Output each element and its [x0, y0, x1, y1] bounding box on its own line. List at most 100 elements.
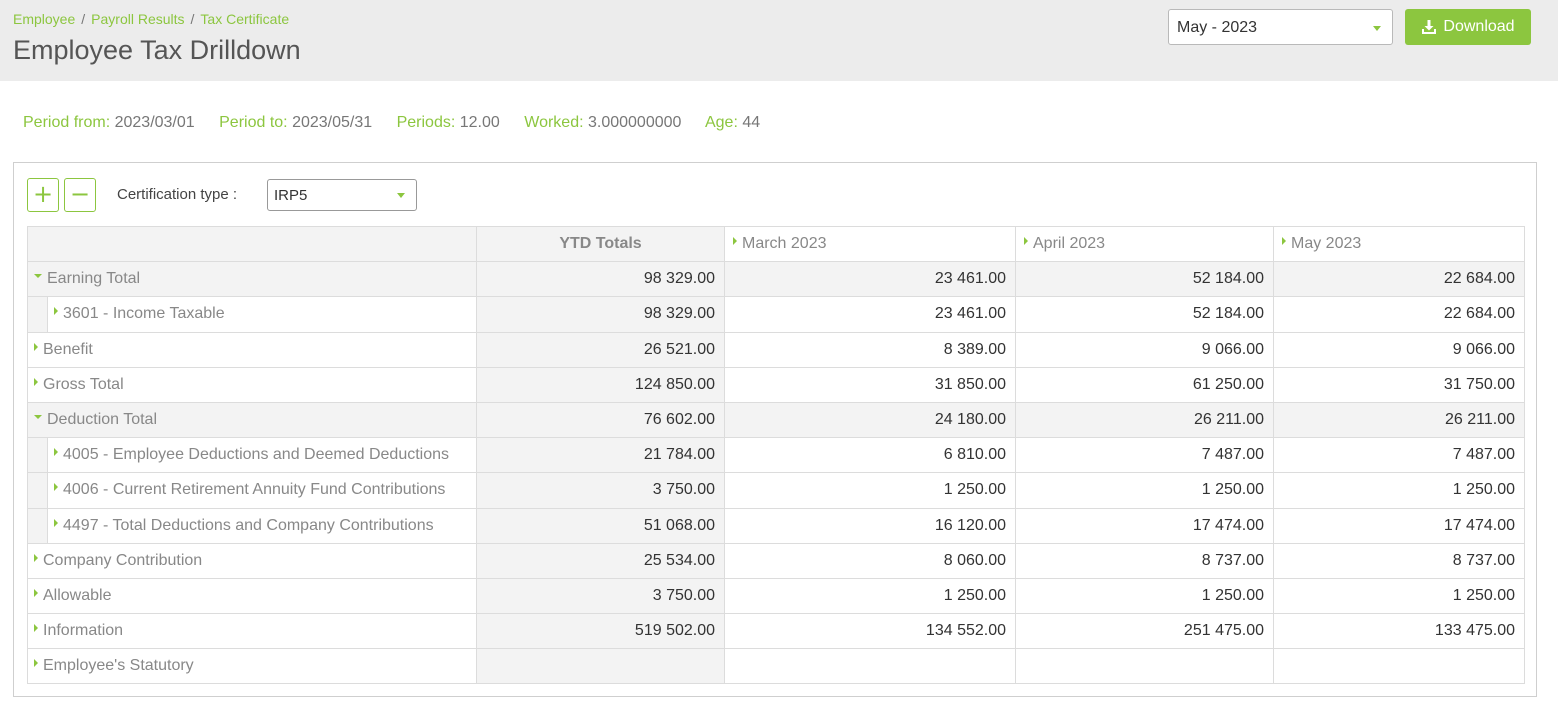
grid-body: Earning Total 98 329.00 23 461.00 52 184.00…	[27, 261, 1525, 685]
row-label-cell[interactable]: Benefit	[27, 331, 477, 368]
value-cell: 6 810.00	[724, 437, 1016, 474]
periods-value: 12.00	[459, 114, 500, 131]
breadcrumb-tax-certificate[interactable]: Tax Certificate	[200, 11, 289, 27]
certification-type-value: IRP5	[274, 187, 308, 204]
expand-arrow-icon[interactable]	[1282, 237, 1286, 246]
row-label-cell[interactable]: Earning Total	[27, 261, 477, 298]
download-icon	[1421, 19, 1437, 35]
breadcrumb-employee[interactable]: Employee	[13, 11, 75, 27]
period-from: Period from: 2023/03/01	[23, 114, 195, 131]
expand-arrow-icon[interactable]	[34, 624, 38, 633]
certification-type-select[interactable]: IRP5	[267, 179, 417, 211]
expand-arrow-icon[interactable]	[34, 659, 38, 668]
expand-arrow-icon[interactable]	[34, 553, 38, 562]
expand-arrow-icon[interactable]	[54, 518, 58, 527]
grid-header-row: YTD Totals March 2023 April 2023 May 202…	[27, 225, 1525, 263]
column-header-may[interactable]: May 2023	[1273, 225, 1525, 263]
value-cell: 26 211.00	[1273, 401, 1525, 439]
value-cell: 17 474.00	[1015, 507, 1274, 544]
column-header-march[interactable]: March 2023	[724, 225, 1016, 263]
download-button-label: Download	[1443, 18, 1515, 35]
table-row: Company Contribution 25 534.00 8 060.00 8 7…	[27, 542, 1525, 579]
table-row: Benefit 26 521.00 8 389.00 9 066.00 9 066.00	[27, 331, 1525, 368]
period-to-value: 2023/05/31	[292, 114, 373, 131]
breadcrumb: Employee / Payroll Results / Tax Certificate	[13, 11, 289, 27]
expand-arrow-icon[interactable]	[34, 588, 38, 597]
breadcrumb-payroll-results[interactable]: Payroll Results	[91, 11, 184, 27]
row-label: Employee's Statutory	[29, 650, 476, 683]
drilldown-grid: YTD Totals March 2023 April 2023 May 202…	[27, 225, 1525, 685]
value-cell	[724, 648, 1016, 685]
expand-arrow-icon[interactable]	[1024, 237, 1028, 246]
value-cell: 1 250.00	[1273, 472, 1525, 509]
value-cell: 31 850.00	[724, 366, 1016, 403]
expand-arrow-icon[interactable]	[54, 448, 58, 457]
child-row-wrapper: 4005 - Employee Deductions and Deemed De…	[28, 438, 476, 472]
period-select[interactable]: May - 2023	[1168, 9, 1393, 45]
table-row: Employee's Statutory	[27, 648, 1525, 685]
grid-corner-cell	[27, 225, 477, 263]
expand-arrow-icon[interactable]	[34, 342, 38, 351]
value-cell: 8 389.00	[724, 331, 1016, 368]
column-header-label: March 2023	[742, 235, 827, 253]
expand-arrow-icon[interactable]	[733, 237, 737, 246]
period-to: Period to: 2023/05/31	[219, 114, 372, 131]
value-cell: 31 750.00	[1273, 366, 1525, 403]
row-label-text: 4006 - Current Retirement Annuity Fund C…	[63, 481, 446, 499]
ytd-value-cell: 26 521.00	[476, 331, 725, 368]
row-label-cell[interactable]: Information	[27, 613, 477, 650]
row-label: Information	[29, 615, 476, 648]
expand-arrow-icon[interactable]	[34, 377, 38, 386]
row-label-cell[interactable]: 3601 - Income Taxable	[27, 296, 477, 333]
breadcrumb-separator: /	[190, 11, 195, 27]
periods: Periods: 12.00	[397, 114, 500, 131]
table-row: 4006 - Current Retirement Annuity Fund C…	[27, 472, 1525, 509]
ytd-value-cell: 51 068.00	[476, 507, 725, 544]
table-row: Earning Total 98 329.00 23 461.00 52 184.00…	[27, 261, 1525, 298]
value-cell: 16 120.00	[724, 507, 1016, 544]
collapse-all-button[interactable]: −	[64, 178, 96, 212]
value-cell: 52 184.00	[1015, 296, 1274, 333]
expand-arrow-icon[interactable]	[54, 483, 58, 492]
collapse-arrow-icon[interactable]	[34, 415, 42, 420]
row-label-cell[interactable]: Allowable	[27, 577, 477, 615]
child-row-wrapper: 4497 - Total Deductions and Company Cont…	[28, 509, 476, 543]
column-header-label: April 2023	[1033, 235, 1106, 253]
download-button[interactable]: Download	[1405, 9, 1531, 45]
row-label-cell[interactable]: 4006 - Current Retirement Annuity Fund C…	[27, 472, 477, 509]
row-label-cell[interactable]: Company Contribution	[27, 542, 477, 579]
value-cell: 133 475.00	[1273, 613, 1525, 650]
row-indent	[28, 473, 48, 507]
row-label-cell[interactable]: Gross Total	[27, 366, 477, 403]
collapse-arrow-icon[interactable]	[34, 274, 42, 279]
age-value: 44	[742, 114, 761, 131]
row-label: 4005 - Employee Deductions and Deemed De…	[48, 439, 449, 472]
ytd-value-cell: 98 329.00	[476, 261, 725, 298]
row-label-cell[interactable]: Deduction Total	[27, 401, 477, 439]
expand-arrow-icon[interactable]	[54, 307, 58, 316]
value-cell: 1 250.00	[1273, 577, 1525, 615]
periods-label: Periods:	[396, 114, 456, 131]
row-label: Gross Total	[29, 368, 476, 401]
row-label-cell[interactable]: Employee's Statutory	[27, 648, 477, 685]
row-label-cell[interactable]: 4497 - Total Deductions and Company Cont…	[27, 507, 477, 544]
row-label: Earning Total	[29, 263, 476, 296]
column-header-april[interactable]: April 2023	[1015, 225, 1274, 263]
value-cell: 134 552.00	[724, 613, 1016, 650]
breadcrumb-separator: /	[81, 11, 86, 27]
value-cell	[1015, 648, 1274, 685]
child-row-wrapper: 3601 - Income Taxable	[28, 297, 476, 332]
chevron-down-icon	[1373, 26, 1381, 31]
row-label: Benefit	[29, 333, 476, 366]
table-row: 3601 - Income Taxable 98 329.00 23 461.00 5…	[27, 296, 1525, 333]
row-label: 3601 - Income Taxable	[48, 298, 225, 331]
value-cell: 24 180.00	[724, 401, 1016, 439]
expand-all-button[interactable]: +	[27, 178, 59, 212]
ytd-value-cell: 3 750.00	[476, 472, 725, 509]
ytd-value-cell: 76 602.00	[476, 401, 725, 439]
row-label-cell[interactable]: 4005 - Employee Deductions and Deemed De…	[27, 437, 477, 474]
ytd-value-cell: 25 534.00	[476, 542, 725, 579]
table-row: Allowable 3 750.00 1 250.00 1 250.00 1 250.0…	[27, 577, 1525, 615]
table-row: Information 519 502.00 134 552.00 251 475.0…	[27, 613, 1525, 650]
row-label-text: Deduction Total	[47, 411, 157, 429]
